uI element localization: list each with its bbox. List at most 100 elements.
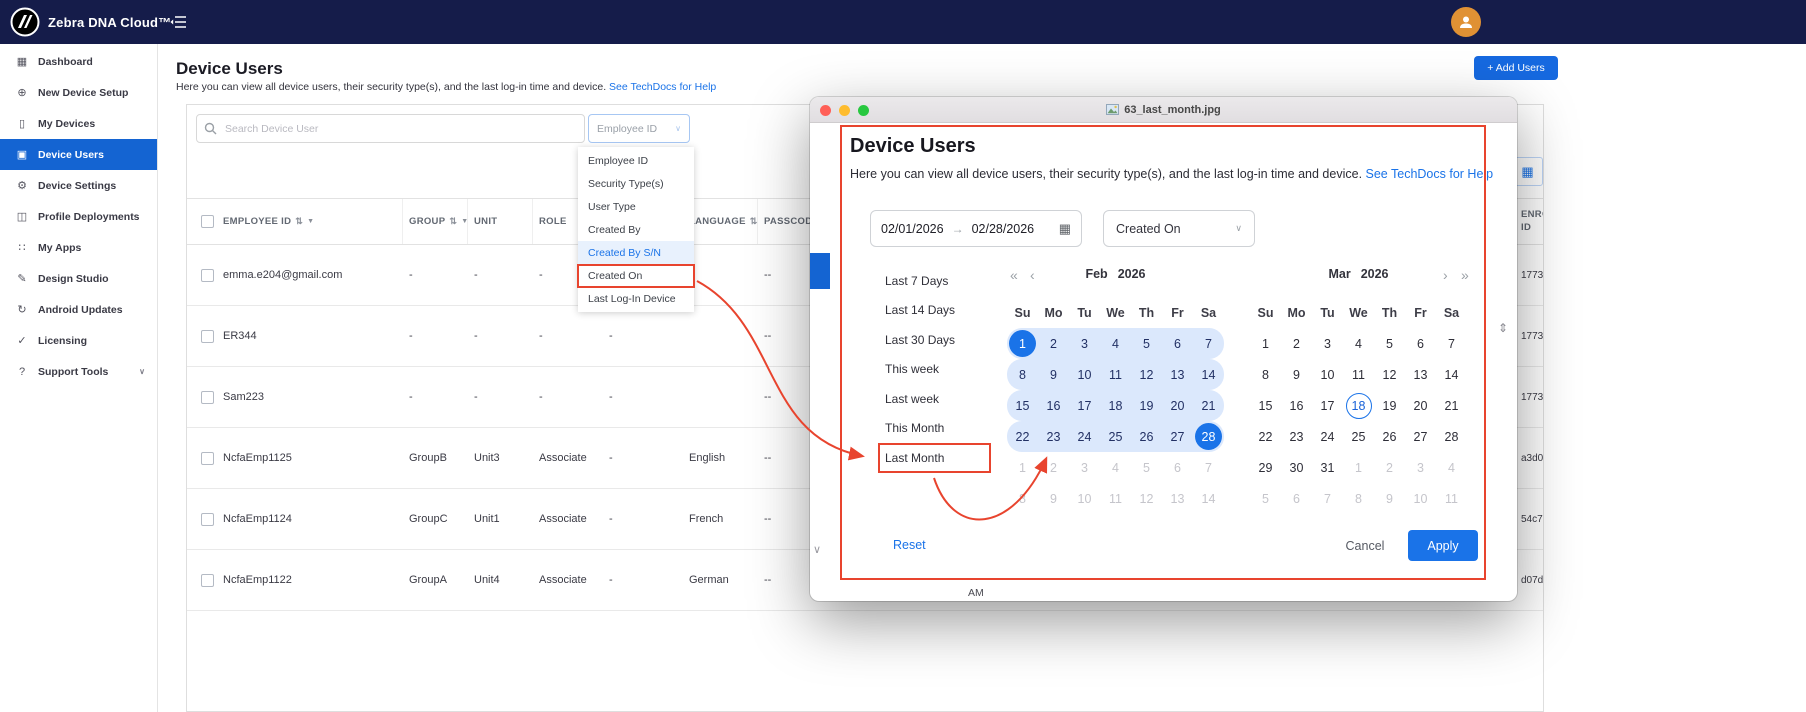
- filter-option-employee-id[interactable]: Employee ID: [578, 149, 694, 172]
- sidebar-item-device-users[interactable]: ▣Device Users: [0, 139, 157, 170]
- filter-option-security-type-s[interactable]: Security Type(s): [578, 172, 694, 195]
- sidebar-item-my-devices[interactable]: ▯My Devices: [0, 108, 157, 139]
- close-button[interactable]: [820, 105, 831, 116]
- calendar-day[interactable]: 1: [1007, 452, 1038, 483]
- sidebar-item-my-apps[interactable]: ∷My Apps: [0, 232, 157, 263]
- calendar-day[interactable]: 11: [1343, 359, 1374, 390]
- calendar-day[interactable]: 13: [1405, 359, 1436, 390]
- calendar-day[interactable]: 1: [1343, 452, 1374, 483]
- filter-option-user-type[interactable]: User Type: [578, 195, 694, 218]
- calendar-day[interactable]: 12: [1131, 483, 1162, 514]
- calendar-day[interactable]: 25: [1343, 421, 1374, 452]
- calendar-day[interactable]: 2: [1038, 452, 1069, 483]
- calendar-day[interactable]: 1: [1250, 328, 1281, 359]
- column-header-enrollment-id[interactable]: ENROLL ID: [1515, 199, 1543, 244]
- calendar-day[interactable]: 21: [1193, 390, 1224, 421]
- calendar-day[interactable]: 4: [1436, 452, 1467, 483]
- calendar-day[interactable]: 11: [1100, 483, 1131, 514]
- calendar-day[interactable]: 28: [1436, 421, 1467, 452]
- calendar-day[interactable]: 3: [1069, 452, 1100, 483]
- calendar-day[interactable]: 5: [1131, 452, 1162, 483]
- calendar-day[interactable]: 31: [1312, 452, 1343, 483]
- calendar-day[interactable]: 2: [1374, 452, 1405, 483]
- calendar-day[interactable]: 24: [1312, 421, 1343, 452]
- calendar-day[interactable]: 9: [1374, 483, 1405, 514]
- calendar-day[interactable]: 16: [1038, 390, 1069, 421]
- row-checkbox[interactable]: [201, 391, 214, 404]
- row-checkbox[interactable]: [201, 452, 214, 465]
- calendar-day[interactable]: 4: [1343, 328, 1374, 359]
- filter-select[interactable]: Employee ID ∨: [588, 114, 690, 143]
- date-range-input[interactable]: 02/01/2026 → 02/28/2026 ▦: [870, 210, 1082, 247]
- filter-option-last-log-in-device[interactable]: Last Log-In Device: [578, 287, 694, 310]
- sidebar-item-dashboard[interactable]: ▦Dashboard: [0, 46, 157, 77]
- calendar-day[interactable]: 2: [1038, 328, 1069, 359]
- calendar-day[interactable]: 2: [1281, 328, 1312, 359]
- calendar-day[interactable]: 29: [1250, 452, 1281, 483]
- calendar-day[interactable]: 30: [1281, 452, 1312, 483]
- calendar-day[interactable]: 20: [1162, 390, 1193, 421]
- filter-select-created-on[interactable]: Created On ∨: [1103, 210, 1255, 247]
- filter-icon[interactable]: ▼: [461, 218, 468, 225]
- calendar-day[interactable]: 17: [1312, 390, 1343, 421]
- calendar-day[interactable]: 7: [1193, 328, 1224, 359]
- search-input[interactable]: [225, 123, 565, 135]
- calendar-day[interactable]: 14: [1436, 359, 1467, 390]
- preset-last-month[interactable]: Last Month: [885, 443, 955, 473]
- sidebar-item-support-tools[interactable]: ?Support Tools∨: [0, 356, 157, 387]
- calendar-day[interactable]: 9: [1281, 359, 1312, 390]
- calendar-day[interactable]: 14: [1193, 359, 1224, 390]
- preset-last-7-days[interactable]: Last 7 Days: [885, 266, 955, 296]
- sidebar-item-profile-deployments[interactable]: ◫Profile Deployments: [0, 201, 157, 232]
- calendar-day[interactable]: 8: [1007, 359, 1038, 390]
- calendar-day[interactable]: 5: [1131, 328, 1162, 359]
- column-header-language[interactable]: LANGUAGE ⇅: [683, 199, 758, 244]
- calendar-day[interactable]: 7: [1436, 328, 1467, 359]
- calendar-day[interactable]: 1: [1007, 328, 1038, 359]
- sort-icon[interactable]: ⇅: [295, 216, 303, 227]
- calendar-day[interactable]: 5: [1250, 483, 1281, 514]
- preset-last-14-days[interactable]: Last 14 Days: [885, 296, 955, 326]
- calendar-day[interactable]: 14: [1193, 483, 1224, 514]
- sidebar-item-android-updates[interactable]: ↻Android Updates: [0, 294, 157, 325]
- sidebar-item-device-settings[interactable]: ⚙Device Settings: [0, 170, 157, 201]
- apply-button[interactable]: Apply: [1408, 530, 1478, 561]
- calendar-day[interactable]: 26: [1374, 421, 1405, 452]
- calendar-day[interactable]: 8: [1343, 483, 1374, 514]
- filter-option-created-on[interactable]: Created On: [578, 264, 694, 287]
- preset-this-week[interactable]: This week: [885, 355, 955, 385]
- preset-last-week[interactable]: Last week: [885, 384, 955, 414]
- calendar-day[interactable]: 22: [1250, 421, 1281, 452]
- row-checkbox[interactable]: [201, 513, 214, 526]
- calendar-day[interactable]: 3: [1069, 328, 1100, 359]
- calendar-day[interactable]: 4: [1100, 452, 1131, 483]
- screenshot-window-titlebar[interactable]: 63_last_month.jpg: [810, 97, 1517, 123]
- calendar-day[interactable]: 3: [1312, 328, 1343, 359]
- calendar-day[interactable]: 12: [1374, 359, 1405, 390]
- calendar-day[interactable]: 4: [1100, 328, 1131, 359]
- calendar-day[interactable]: 10: [1069, 359, 1100, 390]
- minimize-button[interactable]: [839, 105, 850, 116]
- user-avatar[interactable]: [1451, 7, 1481, 37]
- zoom-button[interactable]: [858, 105, 869, 116]
- calendar-day[interactable]: 26: [1131, 421, 1162, 452]
- calendar-day[interactable]: 6: [1162, 452, 1193, 483]
- calendar-day[interactable]: 6: [1162, 328, 1193, 359]
- calendar-day[interactable]: 11: [1100, 359, 1131, 390]
- reset-link[interactable]: Reset: [893, 538, 926, 552]
- calendar-day[interactable]: 12: [1131, 359, 1162, 390]
- calendar-day[interactable]: 5: [1374, 328, 1405, 359]
- row-checkbox[interactable]: [201, 269, 214, 282]
- column-header-group[interactable]: GROUP ⇅ ▼: [403, 199, 468, 244]
- add-users-button[interactable]: + Add Users: [1474, 56, 1558, 80]
- calendar-day[interactable]: 7: [1193, 452, 1224, 483]
- column-header-unit[interactable]: UNIT: [468, 199, 533, 244]
- calendar-day[interactable]: 11: [1436, 483, 1467, 514]
- calendar-day[interactable]: 6: [1281, 483, 1312, 514]
- collapse-sidebar-icon[interactable]: [170, 15, 187, 29]
- calendar-day[interactable]: 9: [1038, 483, 1069, 514]
- sidebar-item-licensing[interactable]: ✓Licensing: [0, 325, 157, 356]
- calendar-day[interactable]: 10: [1312, 359, 1343, 390]
- calendar-day[interactable]: 7: [1312, 483, 1343, 514]
- row-checkbox[interactable]: [201, 330, 214, 343]
